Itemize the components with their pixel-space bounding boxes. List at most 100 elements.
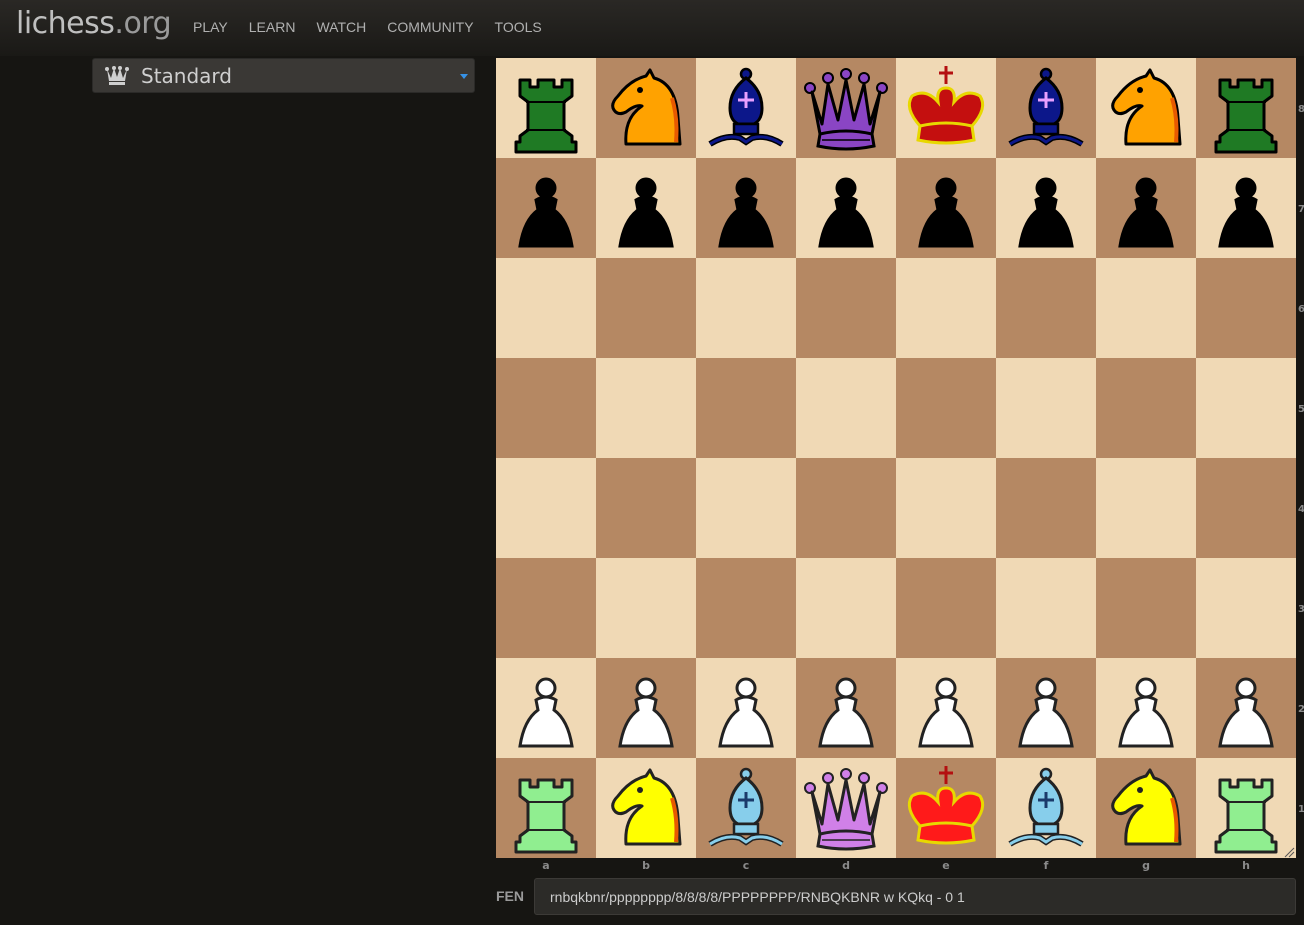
square-c1[interactable] — [696, 758, 796, 858]
square-d1[interactable] — [796, 758, 896, 858]
square-h3[interactable] — [1196, 558, 1296, 658]
square-g1[interactable] — [1096, 758, 1196, 858]
black-rook-icon[interactable] — [496, 58, 596, 158]
square-f7[interactable] — [996, 158, 1096, 258]
nav-watch[interactable]: WATCH — [316, 19, 366, 35]
white-knight-icon[interactable] — [596, 758, 696, 858]
square-f8[interactable] — [996, 58, 1096, 158]
white-pawn-icon[interactable] — [1096, 658, 1196, 758]
square-f4[interactable] — [996, 458, 1096, 558]
square-d2[interactable] — [796, 658, 896, 758]
nav-play[interactable]: PLAY — [193, 19, 228, 35]
site-logo[interactable]: lichess.org — [16, 6, 172, 41]
white-rook-icon[interactable] — [496, 758, 596, 858]
black-pawn-icon[interactable] — [696, 158, 796, 258]
square-f2[interactable] — [996, 658, 1096, 758]
square-b1[interactable] — [596, 758, 696, 858]
black-pawn-icon[interactable] — [1096, 158, 1196, 258]
square-b8[interactable] — [596, 58, 696, 158]
square-a2[interactable] — [496, 658, 596, 758]
square-h5[interactable] — [1196, 358, 1296, 458]
square-d7[interactable] — [796, 158, 896, 258]
square-h4[interactable] — [1196, 458, 1296, 558]
square-g4[interactable] — [1096, 458, 1196, 558]
square-h1[interactable] — [1196, 758, 1296, 858]
square-c5[interactable] — [696, 358, 796, 458]
square-b2[interactable] — [596, 658, 696, 758]
white-pawn-icon[interactable] — [1196, 658, 1296, 758]
square-a6[interactable] — [496, 258, 596, 358]
square-d3[interactable] — [796, 558, 896, 658]
square-e3[interactable] — [896, 558, 996, 658]
square-a3[interactable] — [496, 558, 596, 658]
square-e7[interactable] — [896, 158, 996, 258]
square-b3[interactable] — [596, 558, 696, 658]
square-d4[interactable] — [796, 458, 896, 558]
black-rook-icon[interactable] — [1196, 58, 1296, 158]
square-e1[interactable] — [896, 758, 996, 858]
square-d8[interactable] — [796, 58, 896, 158]
white-pawn-icon[interactable] — [996, 658, 1096, 758]
white-knight-icon[interactable] — [1096, 758, 1196, 858]
square-c2[interactable] — [696, 658, 796, 758]
square-b6[interactable] — [596, 258, 696, 358]
square-a5[interactable] — [496, 358, 596, 458]
black-pawn-icon[interactable] — [596, 158, 696, 258]
black-bishop-icon[interactable] — [696, 58, 796, 158]
white-bishop-icon[interactable] — [696, 758, 796, 858]
black-pawn-icon[interactable] — [896, 158, 996, 258]
square-d6[interactable] — [796, 258, 896, 358]
black-pawn-icon[interactable] — [496, 158, 596, 258]
white-queen-icon[interactable] — [796, 758, 896, 858]
square-g2[interactable] — [1096, 658, 1196, 758]
fen-input[interactable] — [534, 878, 1296, 915]
square-b7[interactable] — [596, 158, 696, 258]
white-bishop-icon[interactable] — [996, 758, 1096, 858]
square-f6[interactable] — [996, 258, 1096, 358]
square-g7[interactable] — [1096, 158, 1196, 258]
white-pawn-icon[interactable] — [496, 658, 596, 758]
square-a4[interactable] — [496, 458, 596, 558]
square-h6[interactable] — [1196, 258, 1296, 358]
square-e4[interactable] — [896, 458, 996, 558]
square-a7[interactable] — [496, 158, 596, 258]
black-pawn-icon[interactable] — [996, 158, 1096, 258]
square-a8[interactable] — [496, 58, 596, 158]
square-b5[interactable] — [596, 358, 696, 458]
square-g3[interactable] — [1096, 558, 1196, 658]
square-b4[interactable] — [596, 458, 696, 558]
nav-learn[interactable]: LEARN — [249, 19, 296, 35]
square-c4[interactable] — [696, 458, 796, 558]
black-pawn-icon[interactable] — [796, 158, 896, 258]
square-g8[interactable] — [1096, 58, 1196, 158]
white-pawn-icon[interactable] — [796, 658, 896, 758]
white-pawn-icon[interactable] — [896, 658, 996, 758]
square-g6[interactable] — [1096, 258, 1196, 358]
square-c3[interactable] — [696, 558, 796, 658]
square-e8[interactable] — [896, 58, 996, 158]
black-pawn-icon[interactable] — [1196, 158, 1296, 258]
square-h7[interactable] — [1196, 158, 1296, 258]
square-e2[interactable] — [896, 658, 996, 758]
resize-handle-icon[interactable] — [1283, 846, 1295, 858]
nav-tools[interactable]: TOOLS — [495, 19, 542, 35]
square-g5[interactable] — [1096, 358, 1196, 458]
square-f1[interactable] — [996, 758, 1096, 858]
black-bishop-icon[interactable] — [996, 58, 1096, 158]
white-pawn-icon[interactable] — [696, 658, 796, 758]
white-pawn-icon[interactable] — [596, 658, 696, 758]
square-d5[interactable] — [796, 358, 896, 458]
square-f3[interactable] — [996, 558, 1096, 658]
black-knight-icon[interactable] — [1096, 58, 1196, 158]
square-e5[interactable] — [896, 358, 996, 458]
square-c6[interactable] — [696, 258, 796, 358]
nav-community[interactable]: COMMUNITY — [387, 19, 473, 35]
chess-board[interactable] — [496, 58, 1296, 858]
square-a1[interactable] — [496, 758, 596, 858]
square-c8[interactable] — [696, 58, 796, 158]
black-knight-icon[interactable] — [596, 58, 696, 158]
black-queen-icon[interactable] — [796, 58, 896, 158]
white-king-icon[interactable] — [896, 758, 996, 858]
white-rook-icon[interactable] — [1196, 758, 1296, 858]
black-king-icon[interactable] — [896, 58, 996, 158]
